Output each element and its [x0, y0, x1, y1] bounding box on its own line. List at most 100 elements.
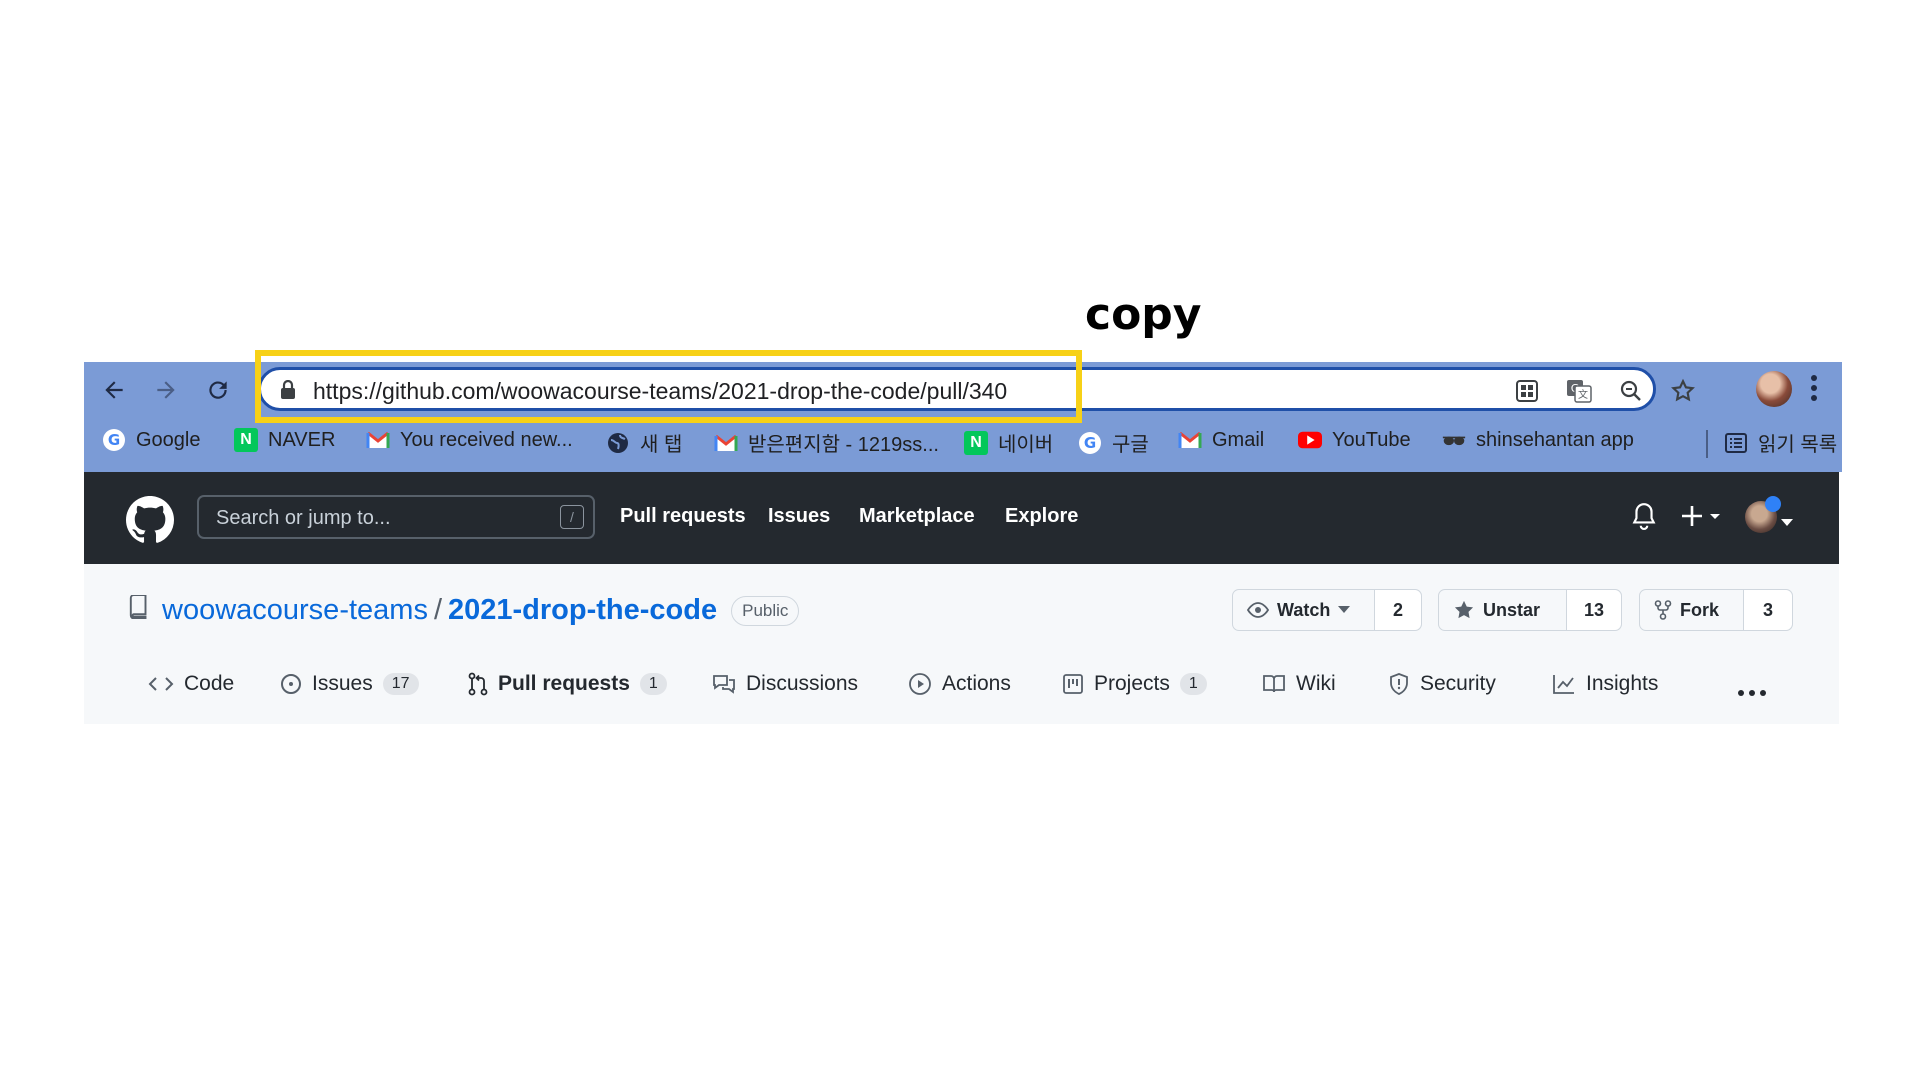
- star-button-group: Unstar 13: [1438, 589, 1622, 631]
- svg-text:G: G: [1084, 434, 1096, 452]
- bookmark-label: 받은편지함 - 1219ss...: [748, 434, 939, 456]
- watch-button-group: Watch 2: [1232, 589, 1422, 631]
- url-text[interactable]: https://github.com/woowacourse-teams/202…: [313, 378, 1007, 405]
- nav-pull-requests[interactable]: Pull requests: [620, 505, 746, 528]
- tab-label: Wiki: [1296, 672, 1336, 695]
- shield-icon: [1390, 673, 1408, 695]
- bookmark-inbox[interactable]: 받은편지함 - 1219ss...: [714, 428, 939, 457]
- tab-projects[interactable]: Projects 1: [1062, 672, 1207, 696]
- github-search-input[interactable]: Search or jump to... /: [197, 495, 595, 539]
- discussions-icon: [713, 675, 735, 694]
- bookmark-youtube[interactable]: YouTube: [1298, 428, 1411, 452]
- github-header: Search or jump to... / Pull requests Iss…: [84, 472, 1839, 564]
- tab-code[interactable]: Code: [148, 672, 234, 696]
- bookmark-label: 네이버: [998, 434, 1054, 456]
- watch-count[interactable]: 2: [1375, 590, 1421, 630]
- project-board-icon: [1063, 674, 1083, 694]
- create-new-plus-icon[interactable]: [1680, 502, 1724, 535]
- sunglasses-icon: [1442, 428, 1466, 452]
- google-icon: G: [102, 428, 126, 452]
- tab-label: Insights: [1586, 672, 1659, 695]
- forward-button[interactable]: [148, 372, 184, 408]
- watch-button[interactable]: Watch: [1233, 590, 1375, 630]
- bookmark-naver-kr[interactable]: N 네이버: [964, 428, 1053, 457]
- eye-icon: [1247, 602, 1269, 618]
- search-placeholder: Search or jump to...: [216, 507, 391, 529]
- pull-request-icon: [468, 672, 488, 696]
- star-filled-icon: [1454, 600, 1474, 619]
- tab-counter: 17: [382, 673, 419, 695]
- naver-icon: N: [964, 430, 988, 455]
- naver-icon: N: [234, 428, 258, 452]
- bookmark-google[interactable]: G Google: [102, 428, 201, 452]
- bookmark-label: You received new...: [400, 428, 573, 451]
- tab-discussions[interactable]: Discussions: [712, 672, 858, 696]
- book-icon: [1263, 675, 1285, 693]
- tab-wiki[interactable]: Wiki: [1262, 672, 1336, 696]
- translate-icon[interactable]: G文: [1565, 377, 1593, 405]
- watch-caret-icon: [1338, 606, 1351, 613]
- graph-icon: [1553, 675, 1574, 694]
- browser-profile-avatar[interactable]: [1756, 371, 1792, 407]
- youtube-icon: [1298, 428, 1322, 452]
- nav-marketplace[interactable]: Marketplace: [859, 505, 975, 528]
- bookmark-star-icon[interactable]: [1669, 377, 1697, 405]
- issue-opened-icon: [281, 674, 301, 694]
- tab-actions[interactable]: Actions: [908, 672, 1011, 696]
- status-dot: [1765, 496, 1781, 512]
- bookmarks-separator: [1706, 430, 1708, 458]
- fork-count[interactable]: 3: [1744, 590, 1792, 630]
- fork-icon: [1654, 600, 1672, 620]
- bookmark-label: 새 탭: [640, 434, 683, 456]
- reading-list-icon: [1724, 431, 1748, 455]
- lock-icon: [279, 379, 297, 405]
- star-count[interactable]: 13: [1567, 590, 1621, 630]
- address-bar[interactable]: https://github.com/woowacourse-teams/202…: [258, 367, 1695, 411]
- play-circle-icon: [909, 673, 931, 695]
- reading-list-button[interactable]: 읽기 목록: [1724, 428, 1837, 457]
- svg-text:文: 文: [1578, 388, 1588, 401]
- bookmark-new-tab[interactable]: 새 탭: [606, 428, 682, 457]
- code-icon: [148, 677, 174, 691]
- unstar-button[interactable]: Unstar: [1439, 590, 1567, 630]
- nav-explore[interactable]: Explore: [1005, 505, 1078, 528]
- fork-button[interactable]: Fork: [1640, 590, 1744, 630]
- annotation-copy-label: copy: [1085, 289, 1202, 340]
- avatar-dropdown-caret-icon[interactable]: [1781, 514, 1793, 532]
- repo-name-link[interactable]: 2021-drop-the-code: [448, 594, 717, 627]
- bookmark-gmail-received[interactable]: You received new...: [366, 428, 573, 452]
- gmail-icon: [366, 428, 390, 452]
- repo-separator: /: [433, 594, 443, 626]
- tab-label: Discussions: [746, 672, 859, 695]
- browser-menu-icon[interactable]: [1810, 374, 1818, 407]
- tab-security[interactable]: Security: [1388, 672, 1496, 696]
- fork-label: Fork: [1680, 599, 1720, 620]
- repo-icon: [128, 594, 148, 627]
- reload-icon: [209, 381, 227, 399]
- nav-issues[interactable]: Issues: [768, 505, 830, 528]
- tab-insights[interactable]: Insights: [1552, 672, 1658, 696]
- tab-counter: 1: [1179, 673, 1207, 695]
- fork-button-group: Fork 3: [1639, 589, 1793, 631]
- gmail-icon: [714, 431, 738, 455]
- more-horizontal-icon[interactable]: [1737, 684, 1767, 702]
- tab-label: Actions: [942, 672, 1011, 695]
- unstar-label: Unstar: [1483, 599, 1541, 620]
- tab-issues[interactable]: Issues 17: [280, 672, 419, 696]
- qr-code-icon[interactable]: [1513, 377, 1541, 405]
- bookmark-shinsehantan[interactable]: shinsehantan app: [1442, 428, 1634, 452]
- bookmark-naver[interactable]: N NAVER: [234, 428, 335, 452]
- repo-owner-link[interactable]: woowacourse-teams: [162, 594, 428, 627]
- github-logo-icon[interactable]: [126, 496, 174, 549]
- reload-button[interactable]: [200, 372, 236, 408]
- watch-label: Watch: [1277, 599, 1331, 620]
- zoom-icon[interactable]: [1617, 377, 1645, 405]
- back-button[interactable]: [96, 372, 132, 408]
- bookmark-gmail[interactable]: Gmail: [1178, 428, 1264, 452]
- bookmark-google-kr[interactable]: G 구글: [1078, 428, 1149, 457]
- tab-pull-requests[interactable]: Pull requests 1: [468, 672, 667, 696]
- notification-bell-icon[interactable]: [1631, 502, 1657, 535]
- bookmark-label: 구글: [1112, 434, 1149, 456]
- repo-header: woowacourse-teams / 2021-drop-the-code P…: [84, 564, 1839, 724]
- repo-tabs: Code Issues 17 Pull requests 1 Discussio…: [84, 672, 1839, 716]
